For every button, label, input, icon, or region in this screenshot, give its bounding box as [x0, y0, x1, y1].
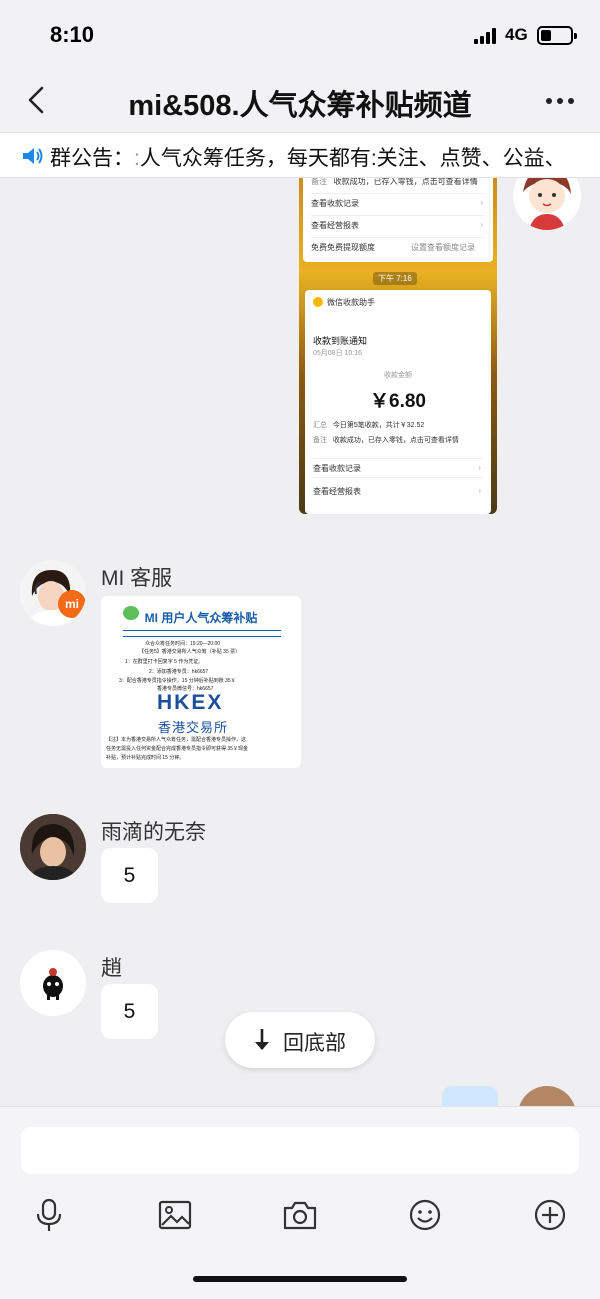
user-photo-avatar — [20, 814, 86, 880]
network-type: 4G — [505, 25, 528, 44]
ss-top-row-label: 查看经营报表 — [311, 221, 359, 230]
ss-top-row-label: 备注 — [311, 178, 327, 186]
emoji-icon — [409, 1199, 441, 1231]
ss-notice-title: 收款到账通知 — [313, 336, 368, 346]
black-creature-avatar — [20, 950, 86, 1016]
status-bar: 8:10 4G — [0, 0, 600, 70]
self-avatar-partial[interactable] — [518, 1086, 576, 1106]
poster-footer: 补贴，预计补贴完成时间 15 分钟。 — [106, 755, 185, 761]
arrow-down-icon — [255, 1029, 269, 1050]
more-actions-button[interactable] — [532, 1197, 568, 1233]
input-area — [0, 1106, 600, 1299]
ss-note: 收款成功，已存入零钱，点击可查看详情 — [332, 437, 459, 444]
ss-bottom-row: 查看经营报表 — [313, 487, 361, 496]
microphone-icon — [36, 1198, 62, 1231]
poster-line: 2：添加香港专员：hk6657 — [149, 669, 209, 675]
plus-circle-icon — [534, 1199, 566, 1231]
signal-icon — [474, 28, 498, 44]
self-avatar[interactable] — [513, 178, 581, 230]
hkex-cn-name: 香港交易所 — [158, 720, 229, 735]
sender-name: 雨滴的无奈 — [101, 821, 206, 844]
poster-line: 3：配合香港专员指令操作，15 分钟后补贴到账 35￥ — [119, 678, 236, 684]
more-button[interactable] — [542, 86, 578, 116]
mi-logo-icon: mi — [58, 590, 86, 618]
chevron-left-icon — [28, 86, 44, 114]
sender-name: MI 客服 — [101, 567, 173, 590]
poster-footer: 【注】本为香港交易所人气众筹任务，需配合香港专员操作，这 — [106, 737, 247, 743]
poster-line: 【任务5】香港交易所人气众筹（补贴 35 票） — [139, 649, 241, 655]
notice-content: 人气众筹任务，每天都有:关注、点赞、公益、 — [139, 147, 566, 170]
ss-note-label: 备注 — [313, 437, 327, 444]
image-button[interactable] — [157, 1197, 193, 1233]
ss-bottom-row: 查看收款记录 — [313, 464, 361, 473]
voice-button[interactable] — [31, 1197, 67, 1233]
user-avatar[interactable] — [20, 814, 86, 880]
poster-line: 1：在群里打卡回复字 5 作为凭证。 — [125, 659, 204, 665]
group-notice-bar[interactable]: 群公告：:人气众筹任务，每天都有:关注、点赞、公益、 — [0, 132, 600, 178]
emoji-button[interactable] — [407, 1197, 443, 1233]
mi-service-avatar[interactable]: mi — [20, 560, 86, 626]
payment-screenshot-image[interactable]: 备注 收款成功，已存入零钱，点击可查看详情 查看收款记录 › 查看经营报表 › 免费… — [299, 178, 497, 514]
poster-title: MI 用户人气众筹补贴 — [144, 611, 258, 625]
speaker-icon — [23, 148, 43, 164]
poster-line: 众合众筹任务时间：19:20—20:00 — [145, 641, 221, 647]
ss-app-name: 微信收款助手 — [327, 298, 375, 307]
chat-area[interactable]: 备注 收款成功，已存入零钱，点击可查看详情 查看收款记录 › 查看经营报表 › 免费… — [0, 178, 600, 1106]
scroll-to-bottom-label: 回底部 — [283, 1032, 346, 1055]
group-notice-text: 群公告：:人气众筹任务，每天都有:关注、点赞、公益、 — [50, 147, 566, 170]
cartoon-girl-avatar — [513, 178, 581, 230]
ss-top-row-value: 收款成功，已存入零钱，点击可查看详情 — [333, 178, 478, 186]
status-time: 8:10 — [50, 22, 95, 47]
nav-bar: mi&508.人气众筹补贴频道 — [0, 70, 600, 132]
ss-summary-label: 汇总 — [313, 422, 327, 429]
camera-icon — [283, 1201, 317, 1230]
scroll-to-bottom-button[interactable]: 回底部 — [225, 1012, 375, 1068]
message-input[interactable] — [21, 1127, 579, 1174]
ss-summary: 今日第5笔收款，共计￥32.52 — [332, 422, 425, 429]
outgoing-message-bubble[interactable] — [442, 1086, 498, 1106]
camera-button[interactable] — [282, 1197, 318, 1233]
back-button[interactable] — [22, 82, 52, 118]
image-icon — [158, 1200, 192, 1230]
sender-name: 趙 — [101, 957, 122, 980]
message-bubble[interactable]: 5 — [101, 984, 158, 1039]
home-indicator[interactable] — [193, 1276, 407, 1282]
battery-icon — [537, 26, 577, 45]
ss-top-row-value: 设置查看额度记录 — [411, 243, 475, 252]
ss-amount-label: 收款金额 — [384, 372, 412, 379]
ss-amount: ￥6.80 — [370, 391, 426, 412]
ss-time: 下午 7:16 — [373, 272, 417, 285]
poster-footer: 任务无需投入任何资金配合完成香港专员指令即可获得 35￥现金 — [106, 746, 248, 752]
more-dots-icon — [546, 98, 574, 104]
user-avatar[interactable] — [20, 950, 86, 1016]
hkex-logo: HKEX — [157, 691, 224, 714]
page-title: mi&508.人气众筹补贴频道 — [128, 90, 472, 122]
notice-label: 群公告： — [50, 147, 134, 170]
ss-top-row-label: 免费免费提现额度 — [311, 243, 375, 252]
task-poster-image[interactable]: MI 用户人气众筹补贴 众合众筹任务时间：19:20—20:00 【任务5】香港… — [101, 596, 301, 768]
ss-top-row-label: 查看收款记录 — [311, 199, 359, 208]
message-bubble[interactable]: 5 — [101, 848, 158, 903]
ss-notice-date: 05月08日 10:16 — [313, 350, 363, 357]
